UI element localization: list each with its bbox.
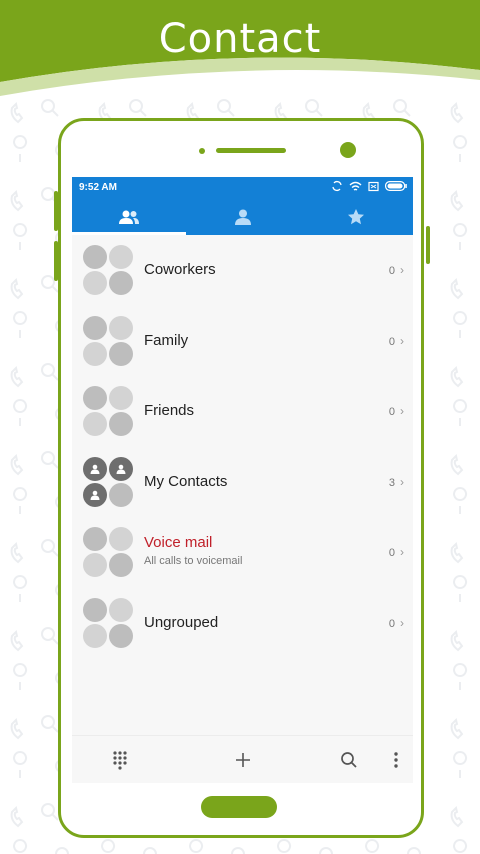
page-title: Contact [158, 16, 322, 62]
list-item[interactable]: Voice mail All calls to voicemail 0 › [72, 517, 413, 588]
group-avatar [83, 456, 133, 507]
group-name: Ungrouped [144, 613, 219, 631]
list-item[interactable]: Coworkers 0 › [72, 235, 413, 306]
tab-groups[interactable] [72, 198, 186, 235]
group-avatar [83, 527, 133, 578]
sensor-dot [199, 148, 205, 154]
more-options-button[interactable] [382, 746, 410, 774]
chevron-right-icon: › [400, 333, 404, 348]
dialpad-button[interactable] [106, 746, 134, 774]
chevron-right-icon: › [400, 404, 404, 418]
side-button [54, 191, 58, 231]
group-count: 0 [388, 617, 395, 630]
search-button[interactable] [335, 746, 363, 774]
group-count: 0 [388, 265, 395, 277]
group-count: 0 [388, 406, 395, 418]
group-name: My Contacts [144, 472, 228, 490]
dialpad-icon [113, 751, 127, 770]
sim-icon [368, 181, 379, 191]
phone-frame: 9:52 AM Coworkers 0 › Family 0 › Friends… [54, 118, 430, 838]
add-group-button[interactable] [229, 746, 257, 774]
wifi-icon [349, 181, 362, 191]
group-name: Voice mail [144, 534, 213, 551]
group-subtitle: All calls to voicemail [144, 555, 243, 567]
list-item[interactable]: My Contacts 3 › [72, 447, 413, 518]
group-count: 0 [388, 547, 395, 559]
status-time: 9:52 AM [79, 182, 117, 193]
phone-screen: 9:52 AM Coworkers 0 › Family 0 › Friends… [72, 177, 413, 783]
tab-favorites[interactable] [299, 198, 413, 235]
more-icon [394, 752, 398, 768]
tab-bar [72, 198, 413, 235]
list-item[interactable]: Friends 0 › [72, 376, 413, 447]
star-icon [348, 208, 365, 224]
group-name: Coworkers [144, 261, 216, 278]
side-button [54, 241, 58, 281]
front-camera [340, 142, 356, 158]
group-name: Family [144, 331, 189, 349]
group-avatar [83, 386, 133, 437]
add-icon [236, 753, 250, 767]
list-item[interactable]: Family 0 › [72, 306, 413, 377]
chevron-right-icon: › [400, 545, 404, 559]
side-button [426, 226, 430, 264]
chevron-right-icon: › [400, 474, 404, 489]
contact-avatar-icon [83, 456, 107, 481]
status-bar: 9:52 AM [72, 177, 413, 198]
group-name: Friends [144, 402, 195, 419]
group-avatar [83, 245, 133, 296]
speaker-grille [216, 148, 286, 153]
group-count: 0 [388, 335, 395, 348]
list-item[interactable]: Ungrouped 0 › [72, 588, 413, 659]
group-list: Coworkers 0 › Family 0 › Friends 0 › My … [72, 235, 413, 658]
group-avatar [83, 315, 133, 366]
search-icon [341, 752, 357, 768]
contact-avatar-icon [109, 456, 133, 481]
group-count: 3 [388, 476, 395, 489]
rotate-icon [332, 180, 342, 192]
chevron-right-icon: › [400, 615, 404, 630]
bottom-action-bar [72, 735, 413, 783]
chevron-right-icon: › [400, 263, 404, 277]
group-avatar [83, 597, 133, 648]
person-icon [234, 209, 251, 225]
contact-avatar-icon [83, 482, 107, 507]
status-icons [331, 180, 407, 192]
home-button[interactable] [201, 796, 277, 818]
tab-contacts[interactable] [186, 198, 300, 235]
battery-icon [385, 181, 407, 191]
groups-icon [118, 210, 139, 224]
